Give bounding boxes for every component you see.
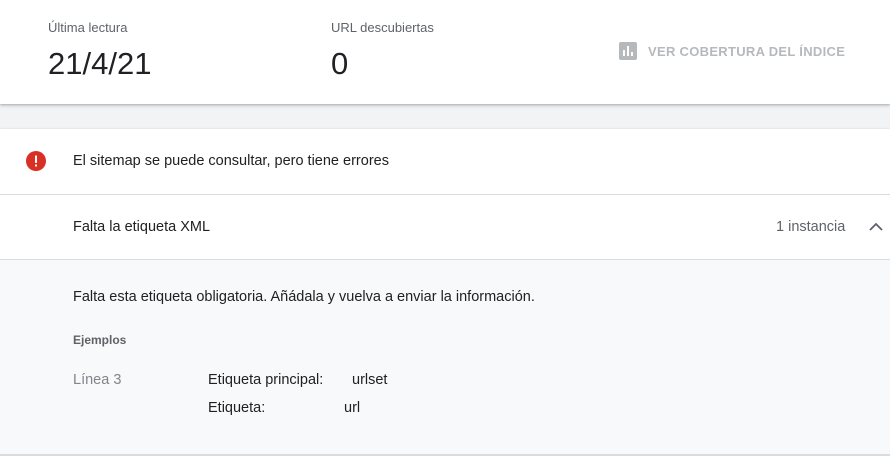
issue-title: Falta la etiqueta XML	[73, 219, 211, 235]
chevron-up-icon[interactable]	[866, 217, 886, 237]
examples-heading: Ejemplos	[73, 333, 127, 347]
tag-value: url	[344, 400, 361, 416]
sitemap-stats-card: Última lectura 21/4/21 URL descubiertas …	[0, 0, 890, 104]
issue-instance-count: 1 instancia	[776, 219, 846, 235]
issue-row-missing-xml-tag[interactable]: Falta la etiqueta XML 1 instancia	[0, 195, 890, 260]
last-read-stat: Última lectura 21/4/21	[48, 21, 151, 82]
error-icon	[26, 151, 46, 171]
sitemap-status-row: El sitemap se puede consultar, pero tien…	[0, 129, 890, 195]
parent-tag-value: urlset	[352, 372, 388, 388]
discovered-urls-label: URL descubiertas	[331, 20, 434, 35]
discovered-urls-stat: URL descubiertas 0	[331, 21, 434, 82]
discovered-urls-value: 0	[331, 46, 349, 81]
last-read-label: Última lectura	[48, 20, 128, 35]
issue-description: Falta esta etiqueta obligatoria. Añádala…	[73, 289, 535, 305]
sitemap-status-text: El sitemap se puede consultar, pero tien…	[73, 153, 389, 169]
view-index-coverage-label: VER COBERTURA DEL ÍNDICE	[648, 43, 846, 59]
sitemap-issues-card: El sitemap se puede consultar, pero tien…	[0, 129, 890, 456]
example-line-number: Línea 3	[73, 372, 122, 388]
view-index-coverage-button[interactable]: VER COBERTURA DEL ÍNDICE	[619, 42, 845, 60]
tag-label: Etiqueta:	[208, 400, 266, 416]
parent-tag-label: Etiqueta principal:	[208, 372, 324, 388]
bar-chart-icon	[619, 42, 637, 60]
issue-detail-panel: Falta esta etiqueta obligatoria. Añádala…	[0, 260, 890, 456]
last-read-value: 21/4/21	[48, 46, 152, 81]
